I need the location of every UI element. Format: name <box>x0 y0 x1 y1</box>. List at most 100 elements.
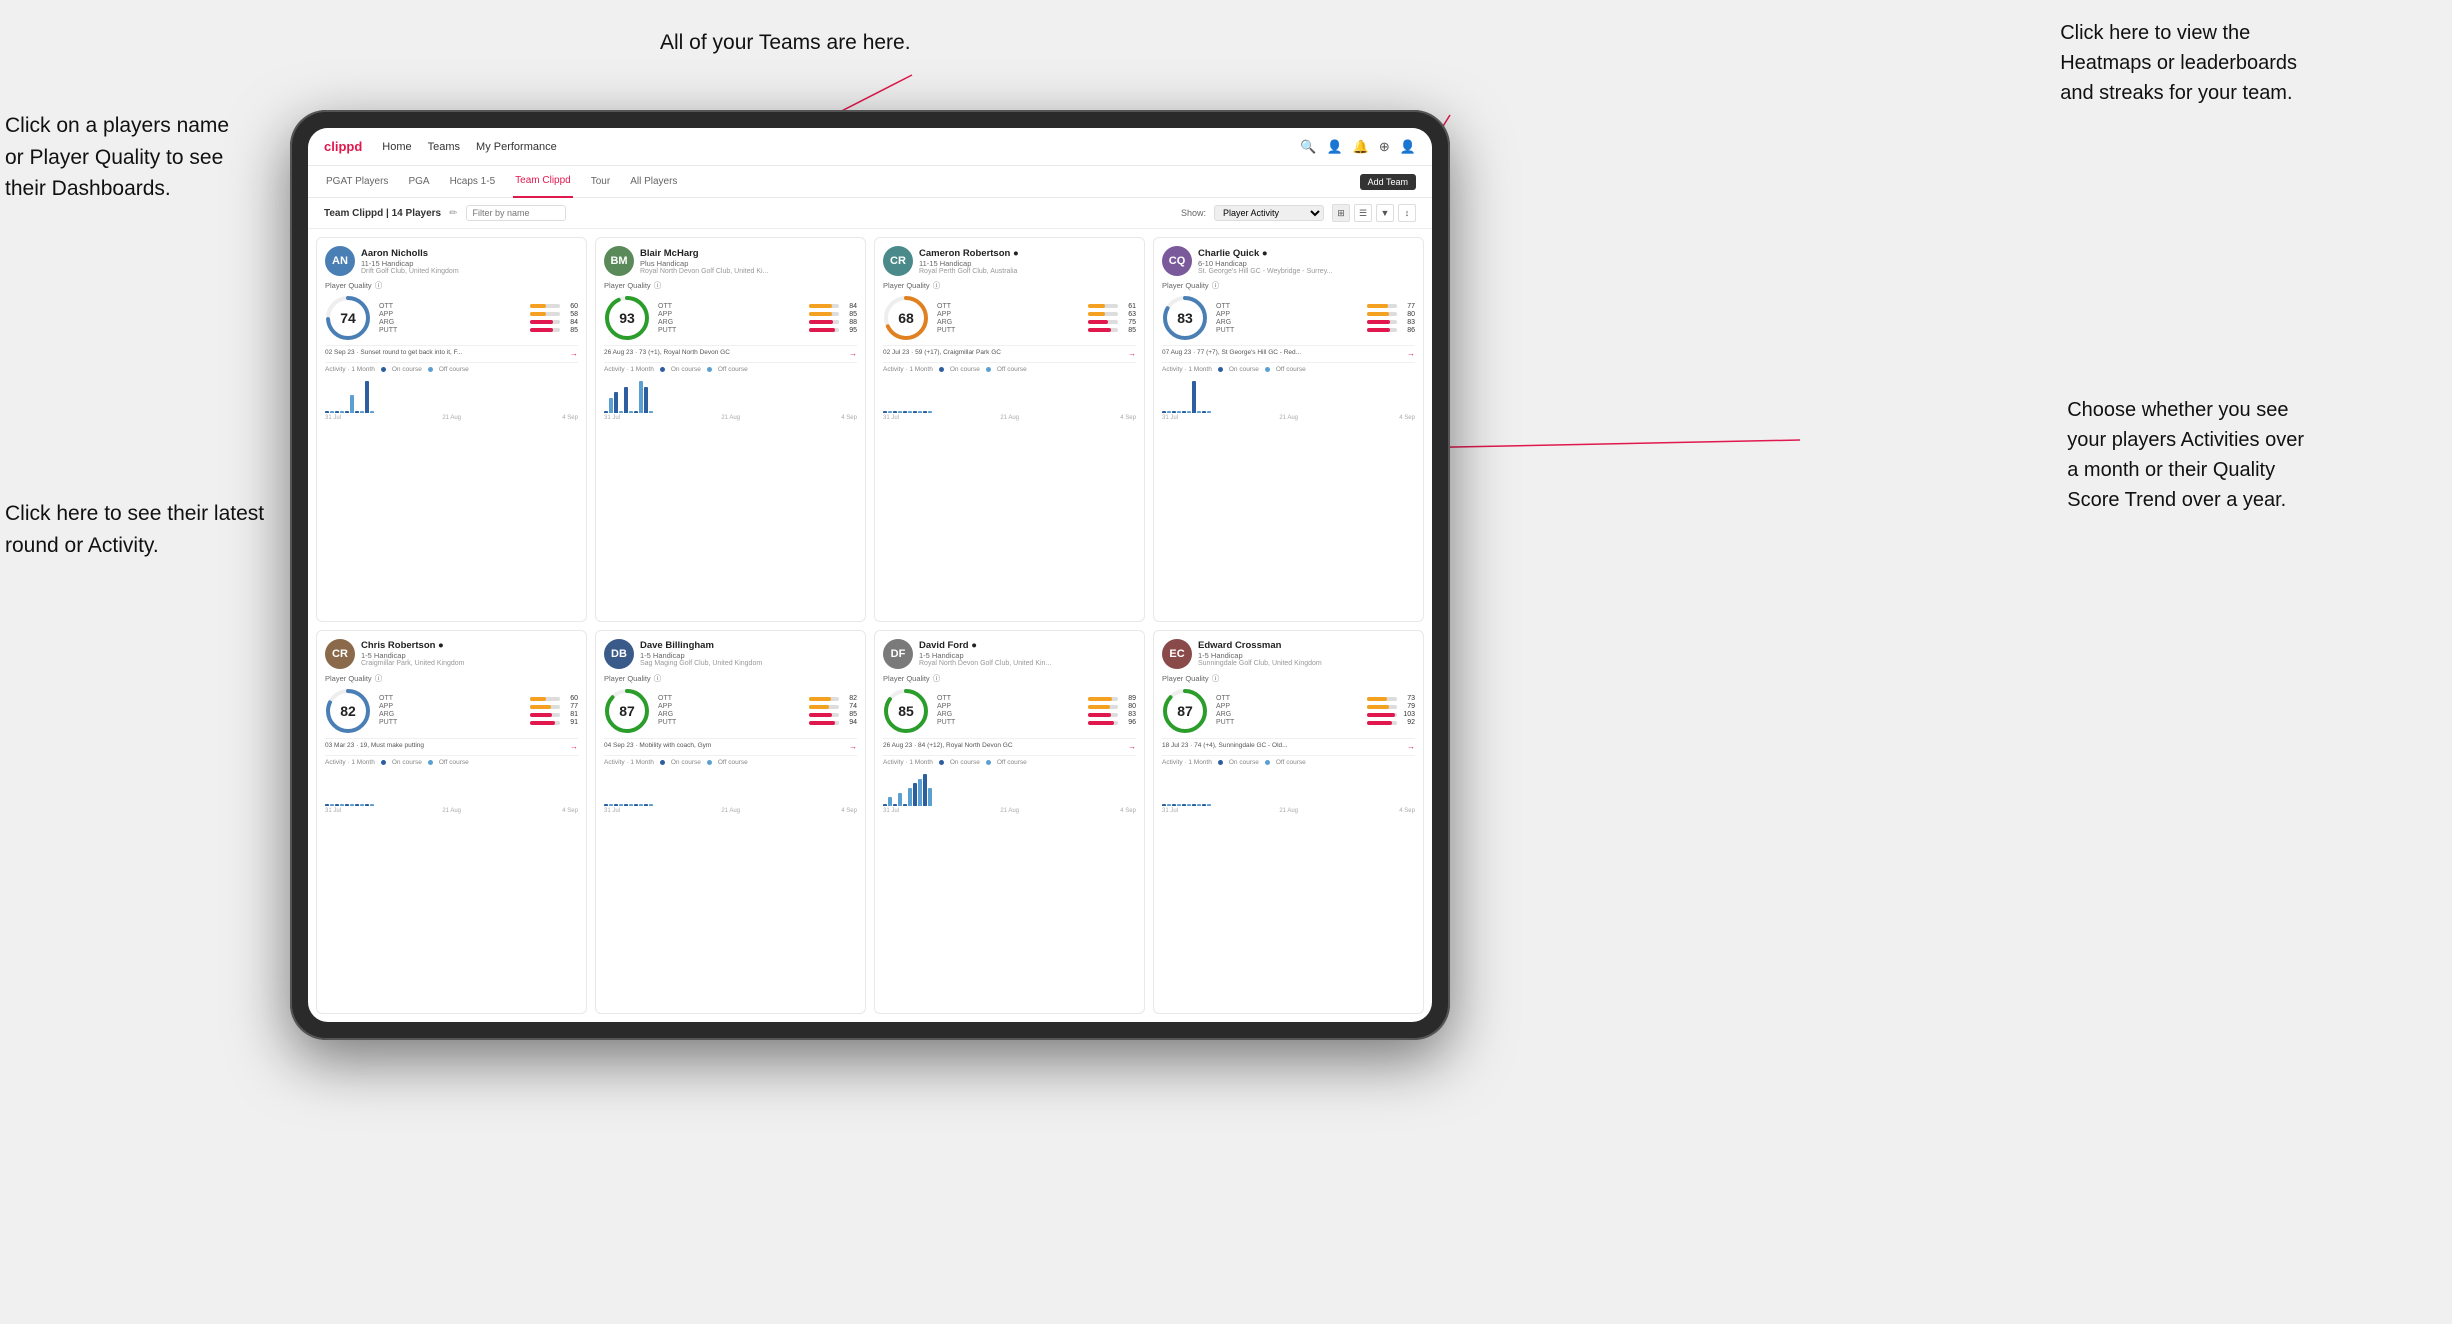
last-round[interactable]: 03 Mar 23 · 19, Must make putting → <box>325 738 578 751</box>
quality-circle[interactable]: 68 <box>883 295 929 341</box>
quality-label: Player Quality ⓘ <box>1162 280 1415 291</box>
last-round[interactable]: 02 Sep 23 · Sunset round to get back int… <box>325 345 578 358</box>
nav-teams[interactable]: Teams <box>428 137 460 157</box>
quality-circle[interactable]: 93 <box>604 295 650 341</box>
player-name[interactable]: Blair McHarg <box>640 248 857 259</box>
player-club: Royal North Devon Golf Club, United Kin.… <box>919 660 1136 667</box>
quality-circle[interactable]: 82 <box>325 688 371 734</box>
list-view-icon[interactable]: ☰ <box>1354 204 1372 222</box>
stat-label: ARG <box>379 711 526 718</box>
quality-number: 74 <box>340 310 356 326</box>
ipad-screen: clippd Home Teams My Performance 🔍 👤 🔔 ⊕… <box>308 128 1432 1022</box>
player-card[interactable]: DF David Ford ● 1-5 Handicap Royal North… <box>874 630 1145 1015</box>
player-card[interactable]: AN Aaron Nicholls 11-15 Handicap Drift G… <box>316 237 587 622</box>
last-round[interactable]: 18 Jul 23 · 74 (+4), Sunningdale GC - Ol… <box>1162 738 1415 751</box>
search-icon[interactable]: 🔍 <box>1300 139 1316 155</box>
chart-bar <box>330 804 334 806</box>
info-icon: ⓘ <box>654 280 662 291</box>
last-round[interactable]: 26 Aug 23 · 73 (+1), Royal North Devon G… <box>604 345 857 358</box>
edit-icon[interactable]: ✏ <box>449 208 457 219</box>
activity-chart <box>883 375 1136 415</box>
chart-bar <box>893 411 897 413</box>
subnav-hcaps[interactable]: Hcaps 1-5 <box>448 166 498 198</box>
nav-logo[interactable]: clippd <box>324 139 362 154</box>
player-card[interactable]: EC Edward Crossman 1-5 Handicap Sunningd… <box>1153 630 1424 1015</box>
stat-bar: 85 <box>1088 327 1136 334</box>
subnav-pgat[interactable]: PGAT Players <box>324 166 390 198</box>
player-name[interactable]: David Ford ● <box>919 640 1136 651</box>
stat-value: 77 <box>1399 303 1415 310</box>
player-card[interactable]: CR Chris Robertson ● 1-5 Handicap Craigm… <box>316 630 587 1015</box>
activity-header: Activity · 1 Month On course Off course <box>325 366 578 373</box>
quality-circle[interactable]: 74 <box>325 295 371 341</box>
subnav-team-clippd[interactable]: Team Clippd <box>513 166 573 198</box>
player-club: Drift Golf Club, United Kingdom <box>361 268 578 275</box>
last-round-arrow[interactable]: → <box>1407 349 1415 358</box>
last-round[interactable]: 02 Jul 23 · 59 (+17), Craigmillar Park G… <box>883 345 1136 358</box>
stat-label: PUTT <box>658 719 805 726</box>
nav-performance[interactable]: My Performance <box>476 137 557 157</box>
player-name[interactable]: Aaron Nicholls <box>361 248 578 259</box>
player-card[interactable]: CR Cameron Robertson ● 11-15 Handicap Ro… <box>874 237 1145 622</box>
stat-value: 83 <box>1399 319 1415 326</box>
chart-bar <box>1202 411 1206 413</box>
stat-bar: 85 <box>530 327 578 334</box>
last-round-arrow[interactable]: → <box>570 349 578 358</box>
nav-home[interactable]: Home <box>382 137 411 157</box>
player-club: Royal Perth Golf Club, Australia <box>919 268 1136 275</box>
grid-view-icon[interactable]: ⊞ <box>1332 204 1350 222</box>
stat-label: ARG <box>937 711 1084 718</box>
player-name[interactable]: Chris Robertson ● <box>361 640 578 651</box>
show-select[interactable]: Player Activity Quality Score Trend <box>1214 205 1324 221</box>
last-round-arrow[interactable]: → <box>1128 349 1136 358</box>
player-card[interactable]: DB Dave Billingham 1-5 Handicap Sag Magi… <box>595 630 866 1015</box>
player-name[interactable]: Edward Crossman <box>1198 640 1415 651</box>
quality-content: 87 OTT 82 APP 74 ARG 85 PUTT 94 <box>604 688 857 734</box>
stat-bar: 58 <box>530 311 578 318</box>
last-round[interactable]: 26 Aug 23 · 84 (+12), Royal North Devon … <box>883 738 1136 751</box>
chart-label-end: 4 Sep <box>1399 415 1415 421</box>
last-round-arrow[interactable]: → <box>570 742 578 751</box>
player-card[interactable]: CQ Charlie Quick ● 6-10 Handicap St. Geo… <box>1153 237 1424 622</box>
offcourse-label: Off course <box>997 759 1027 766</box>
last-round[interactable]: 07 Aug 23 · 77 (+7), St George's Hill GC… <box>1162 345 1415 358</box>
player-name[interactable]: Cameron Robertson ● <box>919 248 1136 259</box>
last-round-arrow[interactable]: → <box>849 742 857 751</box>
subnav-all-players[interactable]: All Players <box>628 166 679 198</box>
add-team-button[interactable]: Add Team <box>1360 174 1416 190</box>
player-header: DB Dave Billingham 1-5 Handicap Sag Magi… <box>604 639 857 669</box>
chart-bar <box>604 411 608 413</box>
player-name[interactable]: Dave Billingham <box>640 640 857 651</box>
user-icon[interactable]: 👤 <box>1327 139 1343 155</box>
last-round-arrow[interactable]: → <box>849 349 857 358</box>
quality-circle[interactable]: 85 <box>883 688 929 734</box>
player-card[interactable]: BM Blair McHarg Plus Handicap Royal Nort… <box>595 237 866 622</box>
chart-bar <box>325 411 329 413</box>
chart-bar <box>609 398 613 413</box>
search-input[interactable] <box>466 205 566 221</box>
quality-circle[interactable]: 87 <box>1162 688 1208 734</box>
stat-value: 82 <box>841 695 857 702</box>
filter-icon[interactable]: ▼ <box>1376 204 1394 222</box>
subnav-pga[interactable]: PGA <box>406 166 431 198</box>
last-round-arrow[interactable]: → <box>1407 742 1415 751</box>
bell-icon[interactable]: 🔔 <box>1353 139 1369 155</box>
player-name[interactable]: Charlie Quick ● <box>1198 248 1415 259</box>
oncourse-label: On course <box>392 366 422 373</box>
sort-icon[interactable]: ↕ <box>1398 204 1416 222</box>
quality-circle[interactable]: 87 <box>604 688 650 734</box>
last-round-arrow[interactable]: → <box>1128 742 1136 751</box>
offcourse-label: Off course <box>997 366 1027 373</box>
profile-icon[interactable]: 👤 <box>1400 139 1416 155</box>
chart-bar <box>1187 804 1191 806</box>
subnav-tour[interactable]: Tour <box>589 166 612 198</box>
offcourse-dot <box>428 760 433 765</box>
stat-value: 86 <box>1399 327 1415 334</box>
player-club: Craigmillar Park, United Kingdom <box>361 660 578 667</box>
settings-icon[interactable]: ⊕ <box>1379 139 1390 155</box>
stat-label: ARG <box>658 711 805 718</box>
stat-bar: 63 <box>1088 311 1136 318</box>
last-round[interactable]: 04 Sep 23 · Mobility with coach, Gym → <box>604 738 857 751</box>
quality-circle[interactable]: 83 <box>1162 295 1208 341</box>
activity-header: Activity · 1 Month On course Off course <box>1162 366 1415 373</box>
